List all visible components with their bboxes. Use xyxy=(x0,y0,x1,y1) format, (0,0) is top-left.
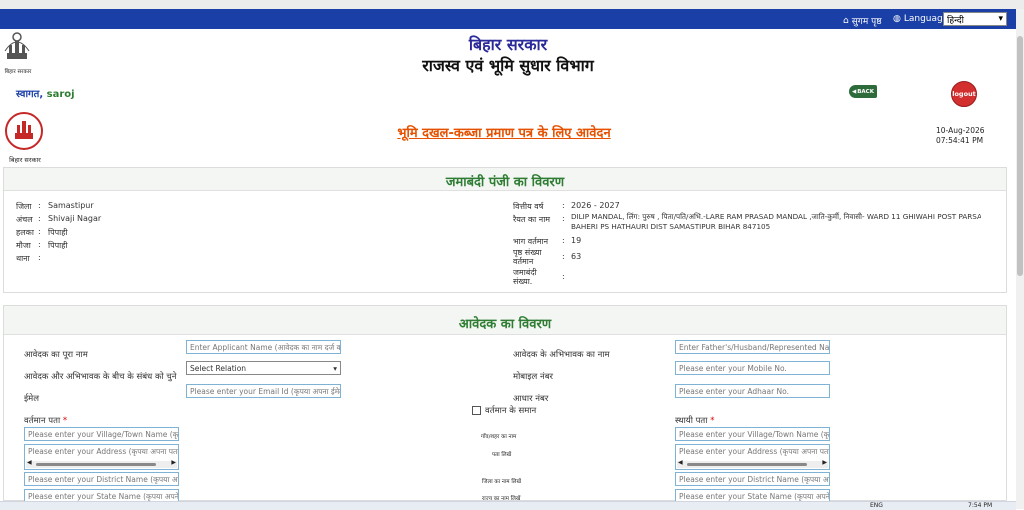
raiyat-label: रैयत का नाम xyxy=(513,215,551,224)
email-label: ईमेल xyxy=(24,394,40,404)
sitemap-link[interactable]: ⌂ सुगम पृष्ठ xyxy=(843,14,882,28)
page-label: पृष्ठ संख्या वर्तमान xyxy=(513,248,542,266)
same-as-current: वर्तमान के समान xyxy=(472,405,536,416)
form-title: भूमि दखल-कब्जा प्रमाण पत्र के लिए आवेदन xyxy=(397,126,611,141)
current-village-input[interactable]: Please enter your Village/Town Name (कृप… xyxy=(24,427,179,441)
browser-top-strip xyxy=(0,0,1024,9)
fy-label: वित्तीय वर्ष xyxy=(513,202,544,211)
taskbar-clock[interactable]: 7:54 PM xyxy=(968,502,992,509)
row-anchal: अंचल: Shivaji Nagar xyxy=(16,214,102,224)
jamabandi-title: जमाबंदी पंजी का विवरण xyxy=(445,175,565,190)
guardian-name-label: आवेदक के अभिभावक का नाम xyxy=(513,350,610,360)
email-input[interactable]: Please enter your Email Id (कृपया अपना ई… xyxy=(186,384,341,398)
mid-district-label: जिला का नाम लिखें xyxy=(482,479,521,485)
same-as-current-checkbox[interactable] xyxy=(472,406,481,415)
row-mauja: मौजा: पिपाही xyxy=(16,240,68,250)
page-value: 63 xyxy=(571,252,582,261)
row-district: जिला: Samastipur xyxy=(16,201,94,211)
row-halka: हलका: पिपाही xyxy=(16,227,68,237)
guardian-name-input[interactable]: Enter Father's/Husband/Represented Name … xyxy=(675,340,830,354)
org-name-line2: राजस्व एवं भूमि सुधार विभाग xyxy=(422,56,594,75)
scroll-right-icon[interactable]: ▶ xyxy=(171,459,176,466)
top-navigation-bar: ⌂ सुगम पृष्ठ ◍ Language: हिन्दी ▾ xyxy=(0,9,1016,29)
page-scrollbar-thumb[interactable] xyxy=(1017,36,1023,276)
taskbar-language[interactable]: ENG xyxy=(870,502,883,509)
date-time: 10-Aug-2026 07:54:41 PM xyxy=(936,126,985,145)
welcome-text: स्वागत, saroj xyxy=(16,89,75,100)
jamabandi-left-list: जिला: Samastipur अंचल: Shivaji Nagar हलका:… xyxy=(16,201,316,266)
relation-select[interactable]: Select Relation ▾ xyxy=(186,361,341,375)
bhag-value: 19 xyxy=(571,236,582,245)
back-button[interactable]: ◀ BACK xyxy=(849,85,877,98)
bhag-label: भाग वर्तमान xyxy=(513,237,549,246)
globe-icon: ◍ xyxy=(893,14,901,24)
chevron-down-icon: ▾ xyxy=(998,14,1003,24)
scroll-left-icon[interactable]: ◀ xyxy=(678,459,683,466)
mid-address-label: पता लिखें xyxy=(492,452,512,458)
scroll-right-icon[interactable]: ▶ xyxy=(822,459,827,466)
language-select[interactable]: हिन्दी ▾ xyxy=(943,12,1007,26)
row-thana: थाना: xyxy=(16,253,41,263)
mobile-label: मोबाइल नंबर xyxy=(513,372,554,382)
applicant-name-label: आवेदक का पूरा नाम xyxy=(24,350,88,360)
permanent-village-input[interactable]: Please enter your Village/Town Name (कृप… xyxy=(675,427,830,441)
home-icon: ⌂ xyxy=(843,15,849,26)
current-district-input[interactable]: Please enter your District Name (कृपया अ… xyxy=(24,472,179,486)
applicant-title: आवेदक का विवरण xyxy=(458,317,552,332)
permanent-district-input[interactable]: Please enter your District Name (कृपया अ… xyxy=(675,472,830,486)
aadhaar-input[interactable]: Please enter your Adhaar No. xyxy=(675,384,830,398)
mobile-input[interactable]: Please enter your Mobile No. xyxy=(675,361,830,375)
jamabandi-no-label: जमाबंदी संख्या. xyxy=(513,268,537,286)
permanent-address-label: स्थायी पता * xyxy=(675,416,715,426)
relation-label: आवेदक और अभिभावक के बीच के संबंध को चुने xyxy=(24,372,177,382)
aadhaar-label: आधार नंबर xyxy=(513,394,549,404)
chevron-down-icon: ▾ xyxy=(333,363,337,373)
permanent-address-hscroll[interactable]: ◀ ▶ xyxy=(677,459,828,468)
back-arrow-icon: ◀ xyxy=(852,88,857,95)
applicant-name-input[interactable]: Enter Applicant Name (आवेदक का नाम दर्ज … xyxy=(186,340,341,354)
logout-button[interactable]: logout xyxy=(951,81,977,107)
org-name-line1: बिहार सरकार xyxy=(468,35,548,54)
mid-village-label: गाँव/शहर का नाम xyxy=(481,434,517,440)
fy-value: 2026 - 2027 xyxy=(571,201,620,210)
current-address-hscroll[interactable]: ◀ ▶ xyxy=(26,459,177,468)
raiyat-value: DILIP MANDAL, लिंग: पुरुष , पिता/पति/अभि… xyxy=(571,212,981,231)
scroll-left-icon[interactable]: ◀ xyxy=(27,459,32,466)
current-address-label: वर्तमान पता * xyxy=(24,416,68,426)
